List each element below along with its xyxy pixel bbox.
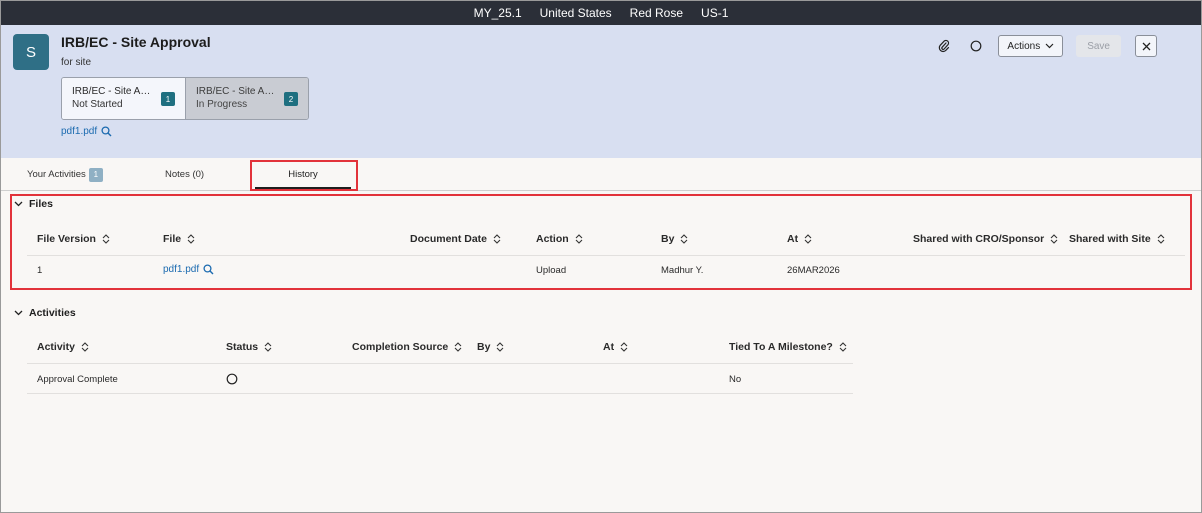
sort-icon — [264, 342, 272, 352]
col-activity-at[interactable]: At — [603, 341, 628, 353]
col-label: File Version — [37, 233, 96, 245]
cell-file-version: 1 — [37, 265, 43, 276]
step-number-badge: 2 — [284, 92, 298, 106]
files-header-divider — [27, 255, 1185, 256]
col-label: Tied To A Milestone? — [729, 341, 833, 353]
step-2[interactable]: IRB/EC - Site Approval In Progress 2 — [185, 78, 308, 119]
context-country: United States — [539, 6, 612, 20]
tab-your-activities[interactable]: Your Activities 1 — [27, 158, 103, 191]
sort-icon — [620, 342, 628, 352]
tab-label: Your Activities — [27, 169, 86, 180]
circle-status-icon — [226, 373, 238, 385]
sort-icon — [187, 234, 195, 244]
sort-icon — [839, 342, 847, 352]
sort-icon — [493, 234, 501, 244]
close-button[interactable] — [1135, 35, 1157, 57]
sort-icon — [102, 234, 110, 244]
page-subtitle: for site — [61, 57, 92, 68]
chevron-down-icon — [14, 310, 23, 316]
save-button[interactable]: Save — [1076, 35, 1121, 57]
paperclip-icon[interactable] — [934, 36, 954, 56]
activities-section-title: Activities — [29, 307, 76, 319]
file-link[interactable]: pdf1.pdf — [163, 264, 199, 275]
header-actions: Actions Save — [934, 35, 1121, 57]
sort-icon — [81, 342, 89, 352]
sort-icon — [1157, 234, 1165, 244]
chevron-down-icon — [14, 201, 23, 207]
col-activity[interactable]: Activity — [37, 341, 89, 353]
context-bar: MY_25.1 United States Red Rose US-1 — [1, 1, 1201, 25]
activities-section-toggle[interactable]: Activities — [14, 307, 76, 319]
tab-label: Notes (0) — [165, 169, 205, 180]
col-activity-by[interactable]: By — [477, 341, 504, 353]
col-label: Shared with CRO/Sponsor — [913, 233, 1045, 245]
step-1[interactable]: IRB/EC - Site Approval Not Started 1 — [62, 78, 185, 119]
activities-header-divider — [27, 363, 853, 364]
col-file-version[interactable]: File Version — [37, 233, 110, 245]
col-label: Document Date — [410, 233, 488, 245]
col-label: By — [477, 341, 491, 353]
cell-at: 26MAR2026 — [787, 265, 840, 276]
step-title: IRB/EC - Site Approval — [72, 86, 154, 97]
col-status[interactable]: Status — [226, 341, 272, 353]
page-header: S IRB/EC - Site Approval for site Action… — [1, 25, 1201, 158]
header-file: pdf1.pdf — [61, 126, 112, 137]
col-completion-source[interactable]: Completion Source — [352, 341, 462, 353]
col-label: File — [163, 233, 182, 245]
search-icon[interactable] — [203, 264, 214, 275]
col-file[interactable]: File — [163, 233, 195, 245]
files-section-toggle[interactable]: Files — [14, 198, 53, 210]
step-number-badge: 1 — [161, 92, 175, 106]
cell-action: Upload — [536, 265, 567, 276]
col-label: By — [661, 233, 675, 245]
tab-history[interactable]: History — [255, 158, 351, 191]
approval-steps: IRB/EC - Site Approval Not Started 1 IRB… — [61, 77, 309, 120]
col-label: Completion Source — [352, 341, 449, 353]
actions-button-label: Actions — [1007, 40, 1041, 52]
col-label: Action — [536, 233, 569, 245]
col-label: Shared with Site — [1069, 233, 1151, 245]
avatar: S — [13, 34, 49, 70]
col-by[interactable]: By — [661, 233, 688, 245]
sort-icon — [804, 234, 812, 244]
col-label: Activity — [37, 341, 75, 353]
actions-button[interactable]: Actions — [998, 35, 1064, 57]
col-label: At — [603, 341, 615, 353]
sort-icon — [1050, 234, 1058, 244]
cell-tied-milestone: No — [729, 374, 742, 385]
cell-activity: Approval Complete — [37, 374, 118, 385]
file-link[interactable]: pdf1.pdf — [61, 126, 97, 137]
col-shared-site[interactable]: Shared with Site — [1069, 233, 1165, 245]
context-site: Red Rose — [629, 6, 684, 20]
step-title: IRB/EC - Site Approval — [196, 86, 278, 97]
context-version: MY_25.1 — [473, 6, 522, 20]
sort-icon — [454, 342, 462, 352]
col-action[interactable]: Action — [536, 233, 583, 245]
page-title: IRB/EC - Site Approval — [61, 34, 211, 50]
tab-count-badge: 1 — [88, 167, 103, 182]
cell-by: Madhur Y. — [661, 265, 704, 276]
cell-file: pdf1.pdf — [163, 264, 214, 275]
sort-icon — [680, 234, 688, 244]
tab-notes[interactable]: Notes (0) — [165, 158, 204, 191]
close-icon — [1142, 42, 1150, 50]
search-icon[interactable] — [101, 126, 112, 137]
chevron-down-icon — [1045, 43, 1054, 49]
context-region: US-1 — [701, 6, 729, 20]
sort-icon — [496, 342, 504, 352]
col-at[interactable]: At — [787, 233, 812, 245]
tab-label: History — [288, 169, 318, 180]
tab-bar: Your Activities 1 Notes (0) History — [1, 158, 1201, 191]
col-tied-milestone[interactable]: Tied To A Milestone? — [729, 341, 847, 353]
col-label: At — [787, 233, 799, 245]
sort-icon — [575, 234, 583, 244]
activities-row-divider — [27, 393, 853, 394]
col-label: Status — [226, 341, 259, 353]
files-section-title: Files — [29, 198, 53, 210]
col-document-date[interactable]: Document Date — [410, 233, 501, 245]
status-circle-icon[interactable] — [966, 36, 986, 56]
col-shared-cro-sponsor[interactable]: Shared with CRO/Sponsor — [913, 233, 1058, 245]
